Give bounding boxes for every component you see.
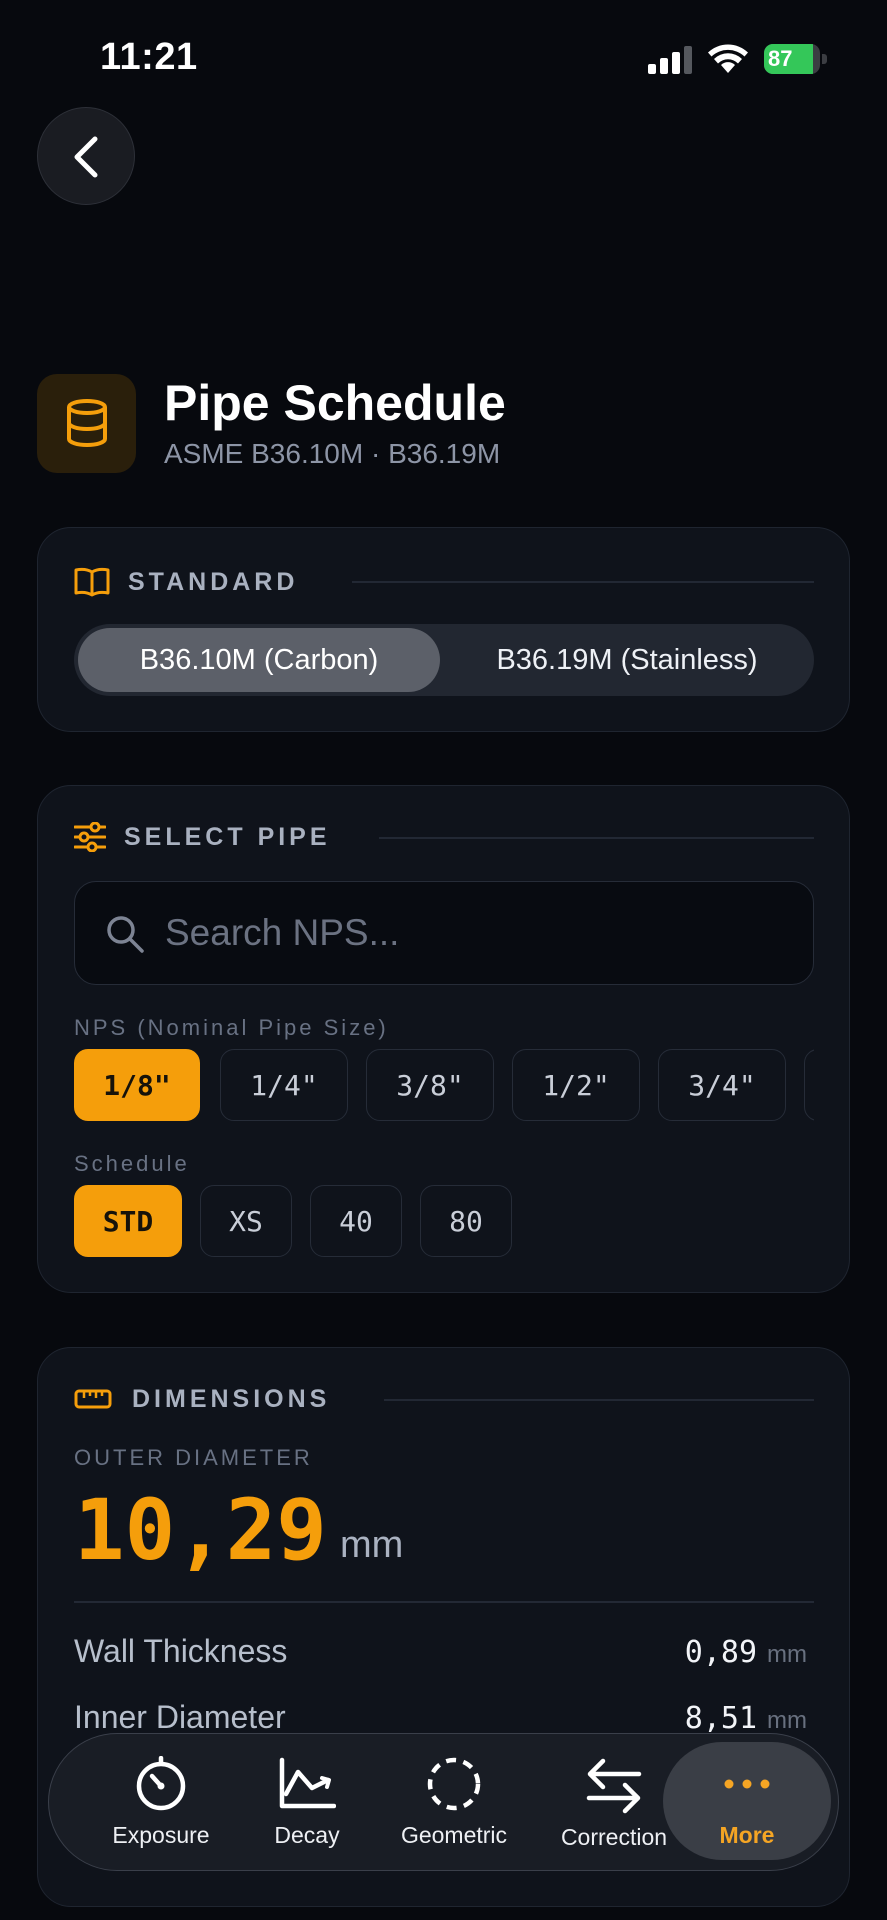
standard-card: STANDARD B36.10M (Carbon) B36.19M (Stain… — [37, 527, 850, 732]
wall-thickness-unit: mm — [767, 1641, 807, 1668]
tab-exposure[interactable]: Exposure — [91, 1734, 231, 1872]
ruler-icon — [74, 1389, 112, 1409]
back-button[interactable] — [37, 107, 135, 205]
select-pipe-card: SELECT PIPE Search NPS... NPS (Nominal P… — [37, 785, 850, 1293]
nps-chip-row: 1/8" 1/4" 3/8" 1/2" 3/4" — [74, 1049, 814, 1121]
wifi-icon — [708, 44, 748, 73]
status-bar: 11:21 87 — [0, 0, 887, 110]
cylinder-icon — [37, 374, 136, 473]
status-time: 11:21 — [100, 36, 198, 78]
tab-decay-label: Decay — [274, 1822, 340, 1848]
standard-label: STANDARD — [128, 567, 299, 596]
standard-section-header: STANDARD — [74, 567, 298, 597]
standard-segmented-control: B36.10M (Carbon) B36.19M (Stainless) — [74, 624, 814, 696]
schedule-chip[interactable]: STD — [74, 1185, 182, 1257]
tab-more-label: More — [719, 1822, 775, 1848]
section-divider — [384, 1399, 814, 1401]
dimensions-section-header: DIMENSIONS — [74, 1384, 330, 1414]
dimensions-divider — [74, 1601, 814, 1603]
dimensions-label: DIMENSIONS — [132, 1384, 331, 1413]
schedule-chip[interactable]: 40 — [310, 1185, 402, 1257]
tab-geometric[interactable]: Geometric — [374, 1734, 534, 1872]
nps-chip[interactable]: 3/4" — [658, 1049, 786, 1121]
page-subtitle: ASME B36.10M · B36.19M — [164, 438, 501, 469]
nps-chip[interactable]: 1/8" — [74, 1049, 200, 1121]
search-icon — [107, 916, 144, 953]
inner-diameter-unit: mm — [767, 1707, 807, 1734]
outer-diameter-value: 10,29 — [74, 1481, 327, 1579]
battery-indicator: 87 — [764, 44, 828, 74]
nps-chip[interactable]: 3/8" — [366, 1049, 494, 1121]
tab-more[interactable]: More — [663, 1734, 831, 1872]
tab-correction-label: Correction — [560, 1824, 668, 1850]
section-divider — [352, 581, 814, 583]
tab-decay[interactable]: Decay — [247, 1734, 367, 1872]
nps-label: NPS (Nominal Pipe Size) — [74, 1015, 389, 1040]
inner-diameter-value: 8,51 mm — [685, 1701, 807, 1736]
tab-bar: Exposure Decay Geometric Correction More — [48, 1733, 839, 1871]
schedule-chip[interactable]: XS — [200, 1185, 292, 1257]
search-input[interactable]: Search NPS... — [74, 881, 814, 985]
wall-thickness-label: Wall Thickness — [74, 1633, 288, 1669]
schedule-chip[interactable]: 80 — [420, 1185, 512, 1257]
wall-thickness-number: 0,89 — [684, 1635, 758, 1670]
nps-chip-partial[interactable] — [804, 1049, 814, 1121]
section-divider — [379, 837, 814, 839]
nps-chip[interactable]: 1/4" — [220, 1049, 348, 1121]
standard-option-stainless[interactable]: B36.19M (Stainless) — [444, 628, 810, 692]
decay-chart-icon — [279, 1757, 336, 1809]
page-title: Pipe Schedule — [164, 375, 506, 431]
outer-diameter-label: OUTER DIAMETER — [74, 1445, 313, 1470]
sliders-icon — [74, 822, 106, 852]
arrows-swap-icon — [586, 1758, 642, 1814]
inner-diameter-label: Inner Diameter — [74, 1699, 286, 1735]
select-pipe-label: SELECT PIPE — [124, 822, 331, 851]
cellular-signal-icon — [648, 46, 692, 74]
search-placeholder: Search NPS... — [165, 912, 400, 953]
wall-thickness-value: 0,89 mm — [685, 1635, 807, 1670]
inner-diameter-number: 8,51 — [684, 1701, 758, 1736]
tab-exposure-label: Exposure — [112, 1822, 210, 1848]
battery-level-text: 87 — [768, 46, 793, 71]
outer-diameter-unit: mm — [340, 1524, 404, 1566]
dashed-circle-icon — [427, 1757, 481, 1811]
schedule-label: Schedule — [74, 1151, 190, 1176]
tab-geometric-label: Geometric — [400, 1822, 508, 1848]
book-icon — [74, 567, 110, 597]
chevron-left-icon — [74, 136, 98, 178]
more-dots-icon — [724, 1779, 770, 1789]
nps-chip[interactable]: 1/2" — [512, 1049, 640, 1121]
gauge-icon — [136, 1756, 186, 1811]
select-pipe-section-header: SELECT PIPE — [74, 822, 331, 852]
standard-option-carbon[interactable]: B36.10M (Carbon) — [78, 628, 440, 692]
